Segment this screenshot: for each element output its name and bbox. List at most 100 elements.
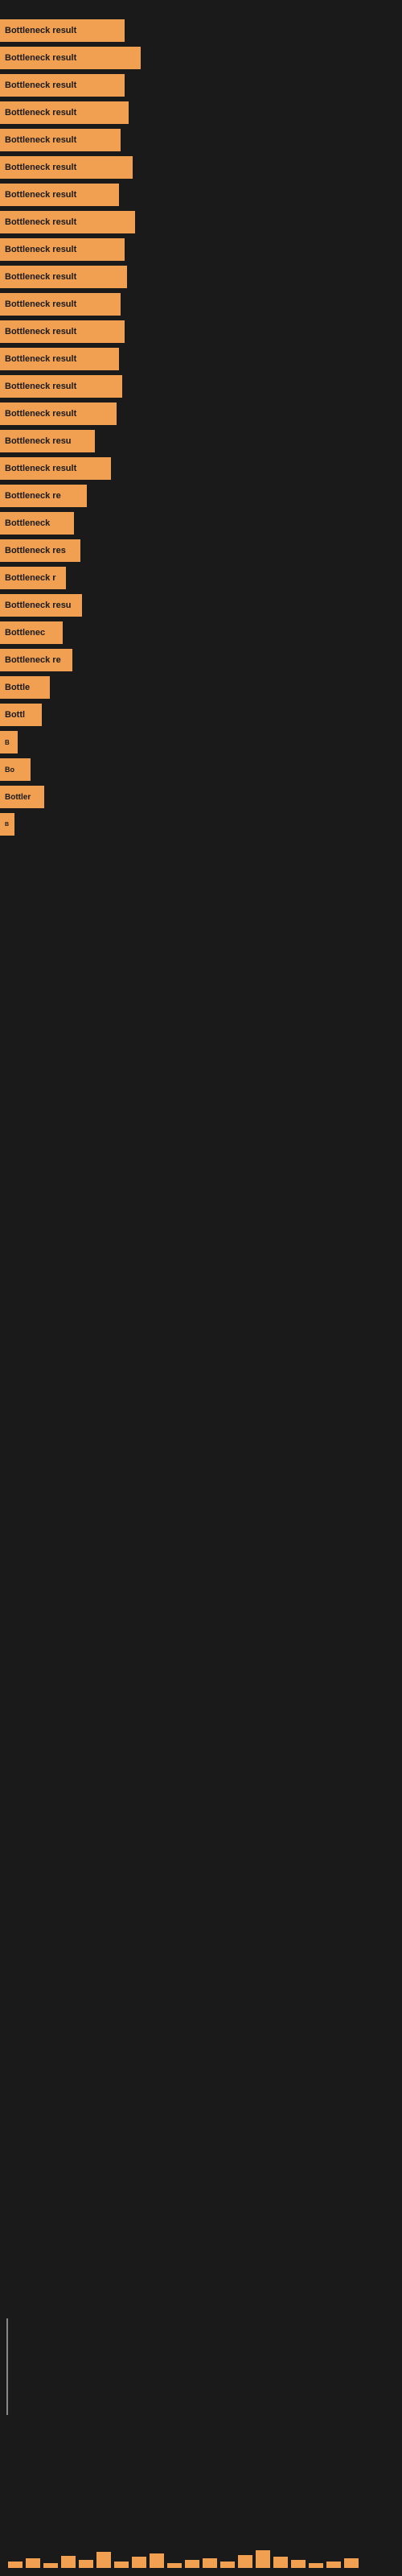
bar-row-19: Bottleneck bbox=[0, 510, 402, 536]
chart-bar-item-19 bbox=[344, 2558, 359, 2568]
chart-bar-col-14 bbox=[256, 2550, 270, 2568]
chart-bar-item-17 bbox=[309, 2563, 323, 2568]
chart-bar-col-5 bbox=[96, 2552, 111, 2568]
bottleneck-bar-12[interactable]: Bottleneck result bbox=[0, 320, 125, 343]
chart-bar-item-6 bbox=[114, 2562, 129, 2568]
chart-bar-col-18 bbox=[326, 2562, 341, 2568]
bottleneck-bar-30[interactable]: B bbox=[0, 813, 14, 836]
chart-bar-item-7 bbox=[132, 2557, 146, 2568]
chart-bar-item-11 bbox=[203, 2558, 217, 2568]
bottleneck-bar-20[interactable]: Bottleneck res bbox=[0, 539, 80, 562]
bottleneck-bar-11[interactable]: Bottleneck result bbox=[0, 293, 121, 316]
bar-row-29: Bottler bbox=[0, 784, 402, 810]
chart-bar-item-18 bbox=[326, 2562, 341, 2568]
bar-row-8: Bottleneck result bbox=[0, 209, 402, 235]
bottleneck-bar-5[interactable]: Bottleneck result bbox=[0, 129, 121, 151]
bottleneck-bar-14[interactable]: Bottleneck result bbox=[0, 375, 122, 398]
bar-row-6: Bottleneck result bbox=[0, 155, 402, 180]
chart-bar-col-11 bbox=[203, 2558, 217, 2568]
bar-row-9: Bottleneck result bbox=[0, 237, 402, 262]
spacer-1 bbox=[0, 847, 402, 887]
bar-row-4: Bottleneck result bbox=[0, 100, 402, 126]
chart-bar-item-4 bbox=[79, 2560, 93, 2568]
bottleneck-bar-7[interactable]: Bottleneck result bbox=[0, 184, 119, 206]
bottleneck-bar-16[interactable]: Bottleneck resu bbox=[0, 430, 95, 452]
bar-row-1: Bottleneck result bbox=[0, 18, 402, 43]
bottleneck-bar-28[interactable]: Bo bbox=[0, 758, 31, 781]
bar-row-23: Bottlenec bbox=[0, 620, 402, 646]
bottleneck-bar-15[interactable]: Bottleneck result bbox=[0, 402, 117, 425]
bar-row-25: Bottle bbox=[0, 675, 402, 700]
bottleneck-bar-17[interactable]: Bottleneck result bbox=[0, 457, 111, 480]
chart-bar-col-2 bbox=[43, 2563, 58, 2568]
bar-row-20: Bottleneck res bbox=[0, 538, 402, 564]
bar-row-13: Bottleneck result bbox=[0, 346, 402, 372]
chart-bar-col-12 bbox=[220, 2562, 235, 2568]
chart-bar-col-4 bbox=[79, 2560, 93, 2568]
chart-bar-item-2 bbox=[43, 2563, 58, 2568]
spacer-2 bbox=[0, 887, 402, 927]
bottleneck-bar-26[interactable]: Bottl bbox=[0, 704, 42, 726]
bar-row-18: Bottleneck re bbox=[0, 483, 402, 509]
bottleneck-bar-3[interactable]: Bottleneck result bbox=[0, 74, 125, 97]
bottleneck-bar-4[interactable]: Bottleneck result bbox=[0, 101, 129, 124]
bar-row-16: Bottleneck resu bbox=[0, 428, 402, 454]
chart-bar-col-13 bbox=[238, 2555, 252, 2568]
bottleneck-bar-25[interactable]: Bottle bbox=[0, 676, 50, 699]
chart-bar-col-16 bbox=[291, 2560, 306, 2568]
chart-bar-item-16 bbox=[291, 2560, 306, 2568]
chart-bar-col-10 bbox=[185, 2560, 199, 2568]
site-title bbox=[0, 0, 402, 10]
bottleneck-bar-9[interactable]: Bottleneck result bbox=[0, 238, 125, 261]
chart-bar-item-5 bbox=[96, 2552, 111, 2568]
chart-bar-item-1 bbox=[26, 2558, 40, 2568]
bottom-chart bbox=[0, 2375, 402, 2576]
chart-bar-col-6 bbox=[114, 2562, 129, 2568]
bottleneck-bar-22[interactable]: Bottleneck resu bbox=[0, 594, 82, 617]
bar-row-21: Bottleneck r bbox=[0, 565, 402, 591]
bottleneck-bar-2[interactable]: Bottleneck result bbox=[0, 47, 141, 69]
bottleneck-bar-18[interactable]: Bottleneck re bbox=[0, 485, 87, 507]
chart-bar-item-15 bbox=[273, 2557, 288, 2568]
bar-row-27: B bbox=[0, 729, 402, 755]
bottleneck-bar-1[interactable]: Bottleneck result bbox=[0, 19, 125, 42]
bar-row-2: Bottleneck result bbox=[0, 45, 402, 71]
bottleneck-bar-27[interactable]: B bbox=[0, 731, 18, 753]
bars-container: Bottleneck result Bottleneck result Bottle… bbox=[0, 10, 402, 847]
bar-row-11: Bottleneck result bbox=[0, 291, 402, 317]
bar-row-26: Bottl bbox=[0, 702, 402, 728]
chart-bar-item-14 bbox=[256, 2550, 270, 2568]
chart-bar-item-3 bbox=[61, 2556, 76, 2568]
bar-row-28: Bo bbox=[0, 757, 402, 782]
chart-bar-item-10 bbox=[185, 2560, 199, 2568]
bottleneck-bar-24[interactable]: Bottleneck re bbox=[0, 649, 72, 671]
bar-row-7: Bottleneck result bbox=[0, 182, 402, 208]
chart-bar-col-1 bbox=[26, 2558, 40, 2568]
bottleneck-bar-19[interactable]: Bottleneck bbox=[0, 512, 74, 535]
chart-bar-col-7 bbox=[132, 2557, 146, 2568]
bottleneck-bar-23[interactable]: Bottlenec bbox=[0, 621, 63, 644]
bar-row-14: Bottleneck result bbox=[0, 374, 402, 399]
bottleneck-bar-8[interactable]: Bottleneck result bbox=[0, 211, 135, 233]
bottleneck-bar-6[interactable]: Bottleneck result bbox=[0, 156, 133, 179]
bar-row-24: Bottleneck re bbox=[0, 647, 402, 673]
chart-bar-col-15 bbox=[273, 2557, 288, 2568]
bottleneck-bar-13[interactable]: Bottleneck result bbox=[0, 348, 119, 370]
bar-row-12: Bottleneck result bbox=[0, 319, 402, 345]
chart-bar-col-0 bbox=[8, 2562, 23, 2568]
spacer-3 bbox=[0, 927, 402, 968]
chart-bar-item-9 bbox=[167, 2563, 182, 2568]
bar-row-10: Bottleneck result bbox=[0, 264, 402, 290]
bottleneck-bar-10[interactable]: Bottleneck result bbox=[0, 266, 127, 288]
chart-bar-col-9 bbox=[167, 2563, 182, 2568]
chart-bar-col-17 bbox=[309, 2563, 323, 2568]
chart-bar-col-8 bbox=[150, 2553, 164, 2568]
bottleneck-bar-21[interactable]: Bottleneck r bbox=[0, 567, 66, 589]
chart-bar-item-12 bbox=[220, 2562, 235, 2568]
bar-row-17: Bottleneck result bbox=[0, 456, 402, 481]
chart-bar-col-19 bbox=[344, 2558, 359, 2568]
chart-bar-item-0 bbox=[8, 2562, 23, 2568]
bar-row-15: Bottleneck result bbox=[0, 401, 402, 427]
bottleneck-bar-29[interactable]: Bottler bbox=[0, 786, 44, 808]
bar-row-3: Bottleneck result bbox=[0, 72, 402, 98]
